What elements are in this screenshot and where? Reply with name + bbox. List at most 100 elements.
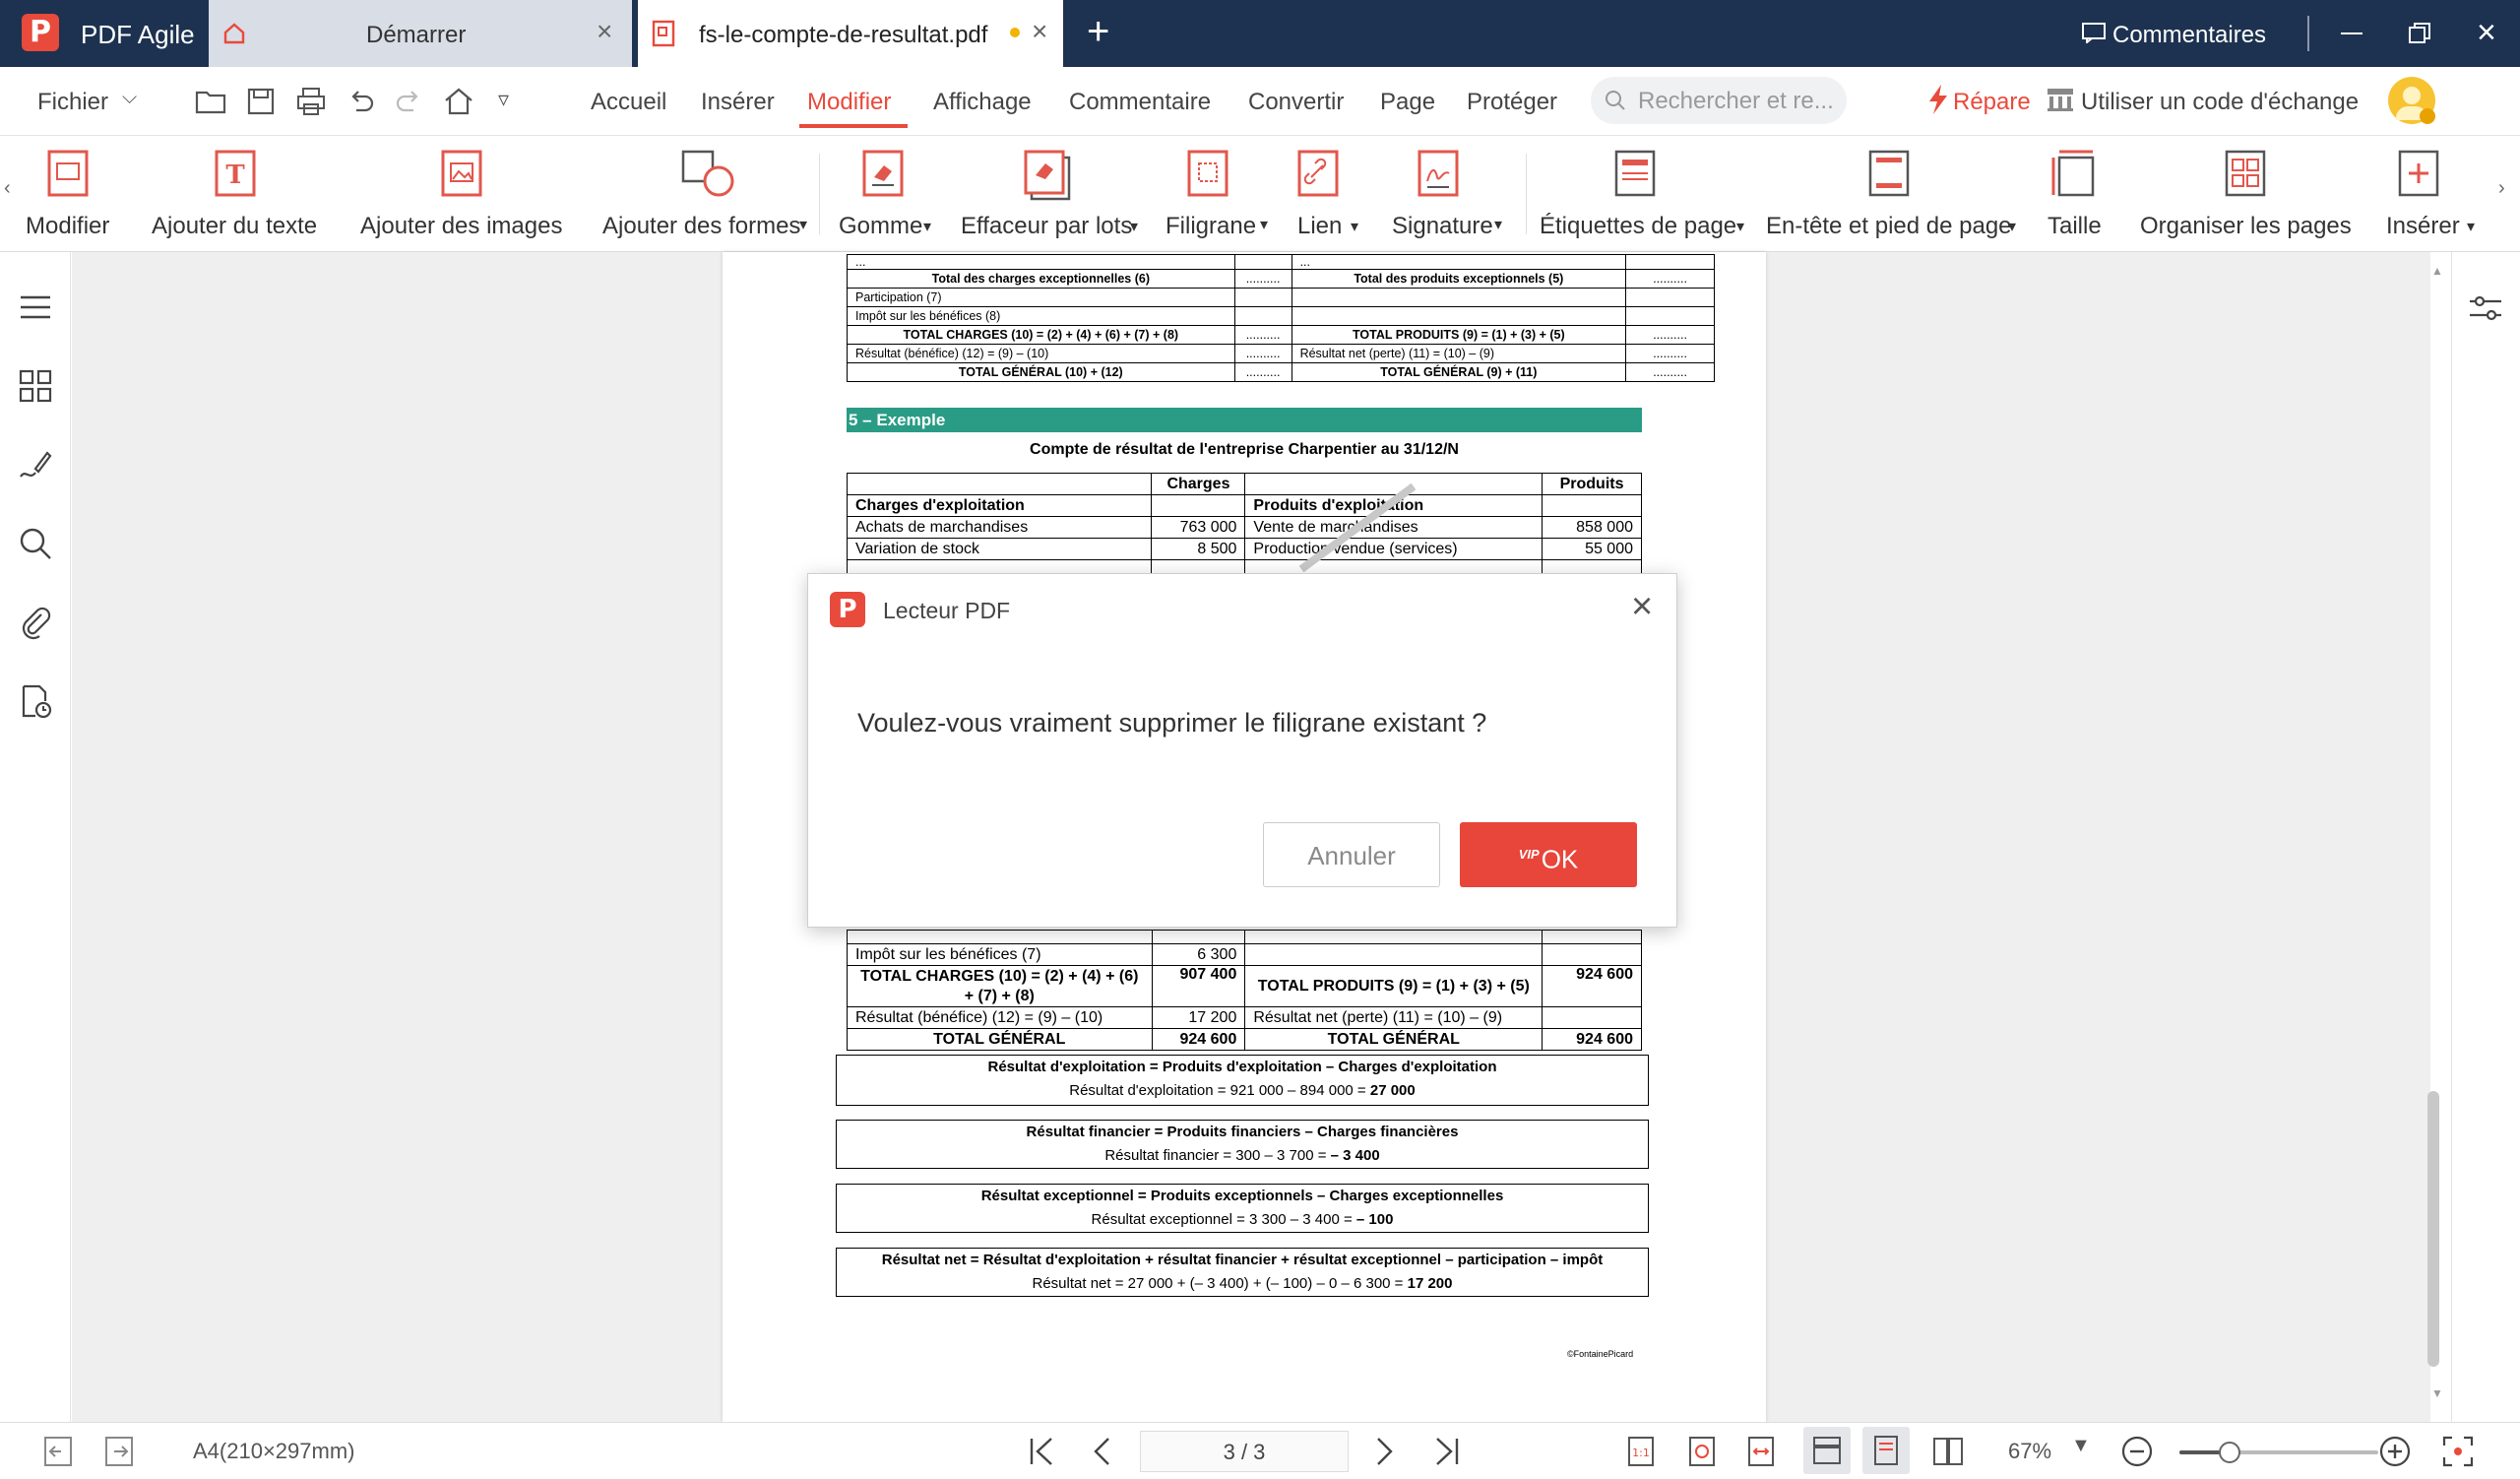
- undo-icon[interactable]: [346, 87, 376, 116]
- zoom-out-icon[interactable]: [2120, 1435, 2154, 1468]
- minimize-icon[interactable]: [2341, 32, 2362, 34]
- zoom-in-icon[interactable]: [2378, 1435, 2412, 1468]
- tool-organize-pages[interactable]: Organiser les pages: [2134, 136, 2361, 252]
- tool-label: Taille: [2048, 213, 2102, 239]
- tool-insert[interactable]: Insérer ▾: [2376, 136, 2485, 252]
- menu-accueil[interactable]: Accueil: [591, 89, 666, 116]
- avatar[interactable]: [2388, 77, 2435, 124]
- tool-label: Gomme: [839, 213, 923, 239]
- dropdown-arrow-icon: ▾: [1351, 219, 1359, 235]
- table-cell: ..........: [1233, 362, 1292, 382]
- tool-page-labels[interactable]: Étiquettes de page ▾: [1538, 136, 1752, 252]
- tool-add-images[interactable]: Ajouter des images: [356, 136, 573, 252]
- next-view-icon[interactable]: [102, 1435, 136, 1468]
- tool-add-text[interactable]: T Ajouter du texte: [148, 136, 325, 252]
- window-close-icon[interactable]: ×: [2477, 14, 2496, 52]
- tool-batch-eraser[interactable]: Effaceur par lots ▾: [957, 136, 1154, 252]
- vip-badge: VIP: [1518, 847, 1540, 862]
- fullscreen-icon[interactable]: [2441, 1435, 2475, 1468]
- add-image-icon: [441, 150, 482, 197]
- close-icon[interactable]: ×: [1032, 16, 1047, 47]
- restore-icon[interactable]: [2408, 22, 2431, 45]
- menu-proteger[interactable]: Protéger: [1467, 89, 1557, 116]
- scroll-left-icon[interactable]: ‹: [4, 177, 11, 200]
- ok-button[interactable]: VIPOK: [1460, 822, 1637, 887]
- table-row: Variation de stock 8 500 Production vendue…: [846, 538, 1642, 560]
- menu-inserer[interactable]: Insérer: [701, 89, 775, 116]
- first-page-icon[interactable]: [1026, 1435, 1059, 1468]
- menu-convertir[interactable]: Convertir: [1248, 89, 1344, 116]
- file-menu[interactable]: Fichier: [37, 89, 108, 116]
- table-cell: Résultat net (perte) (11) = (10) – (9): [1291, 344, 1627, 363]
- menu-modifier[interactable]: Modifier: [807, 89, 891, 116]
- zoom-slider-track[interactable]: [2179, 1442, 2378, 1463]
- open-folder-icon[interactable]: [195, 87, 228, 116]
- comments-button[interactable]: Commentaires: [2112, 22, 2266, 49]
- exchange-code-button[interactable]: Utiliser un code d'échange: [2081, 89, 2359, 116]
- two-page-view-icon[interactable]: [1931, 1435, 1965, 1468]
- zoom-dropdown-icon[interactable]: ▼: [2071, 1435, 2091, 1457]
- chevron-down-icon[interactable]: ⌵: [122, 87, 137, 109]
- menu-page[interactable]: Page: [1380, 89, 1435, 116]
- tool-watermark[interactable]: Filigrane ▾: [1162, 136, 1280, 252]
- print-icon[interactable]: [295, 87, 327, 116]
- repair-lightning-icon: [1929, 85, 1947, 114]
- previous-page-icon[interactable]: [1087, 1435, 1120, 1468]
- table-cell: Résultat net (perte) (11) = (10) – (9): [1244, 1006, 1544, 1029]
- annotation-pen-icon[interactable]: [18, 447, 53, 482]
- search-input[interactable]: Rechercher et re...: [1638, 88, 1834, 115]
- table-cell: Achats de marchandises: [846, 516, 1153, 539]
- attachment-icon[interactable]: [18, 605, 53, 640]
- page-number-input[interactable]: 3 / 3: [1140, 1431, 1349, 1472]
- single-page-view-button[interactable]: [1803, 1427, 1851, 1474]
- scroll-down-icon[interactable]: ▼: [2429, 1386, 2445, 1400]
- properties-sliders-icon[interactable]: [2468, 293, 2503, 323]
- scroll-up-icon[interactable]: ▲: [2429, 264, 2445, 278]
- fit-page-icon[interactable]: [1685, 1435, 1719, 1468]
- tool-link[interactable]: Lien ▾: [1292, 136, 1370, 252]
- last-page-icon[interactable]: [1429, 1435, 1463, 1468]
- watermark-stroke: [1298, 482, 1417, 573]
- zoom-level[interactable]: 67%: [2008, 1439, 2051, 1464]
- vertical-scrollbar-thumb[interactable]: [2427, 1091, 2439, 1367]
- actual-size-icon[interactable]: 1:1: [1624, 1435, 1658, 1468]
- tool-size[interactable]: Taille: [2038, 136, 2116, 252]
- redo-icon[interactable]: [394, 87, 423, 116]
- table-cell: Total des charges exceptionnelles (6): [847, 269, 1235, 289]
- tool-add-shapes[interactable]: Ajouter des formes ▾: [598, 136, 821, 252]
- continuous-view-button[interactable]: [1862, 1427, 1910, 1474]
- menu-affichage[interactable]: Affichage: [933, 89, 1032, 116]
- zoom-slider-thumb[interactable]: [2219, 1442, 2240, 1463]
- tab-start[interactable]: Démarrer ×: [209, 0, 632, 67]
- tool-label: Insérer: [2386, 213, 2460, 239]
- tool-header-footer[interactable]: En-tête et pied de page ▾: [1764, 136, 2024, 252]
- menu-icon[interactable]: [18, 289, 53, 325]
- formula-box: Résultat exceptionnel = Produits excepti…: [836, 1184, 1649, 1233]
- divider: [1526, 154, 1527, 234]
- close-icon[interactable]: ×: [597, 16, 612, 47]
- search-icon[interactable]: [18, 526, 53, 561]
- search-box[interactable]: Rechercher et re...: [1591, 77, 1847, 124]
- menu-commentaire[interactable]: Commentaire: [1069, 89, 1211, 116]
- tab-document[interactable]: fs-le-compte-de-resultat.pdf ×: [638, 0, 1063, 67]
- cancel-button[interactable]: Annuler: [1263, 822, 1440, 887]
- table-cell: ..........: [1233, 344, 1292, 363]
- tool-modifier[interactable]: Modifier: [22, 136, 130, 252]
- home-icon[interactable]: [443, 87, 474, 116]
- scroll-right-icon[interactable]: ›: [2498, 177, 2505, 200]
- dialog-close-icon[interactable]: ×: [1631, 586, 1653, 628]
- document-history-icon[interactable]: [18, 683, 53, 719]
- previous-view-icon[interactable]: [41, 1435, 75, 1468]
- fit-width-icon[interactable]: [1744, 1435, 1778, 1468]
- confirm-dialog: P Lecteur PDF × Voulez-vous vraiment sup…: [807, 573, 1677, 928]
- more-chevron-icon[interactable]: ▿: [498, 87, 509, 112]
- table-cell: TOTAL GÉNÉRAL: [847, 1028, 1153, 1051]
- tool-eraser[interactable]: Gomme ▾: [835, 136, 943, 252]
- signature-icon: [1418, 150, 1459, 197]
- tool-signature[interactable]: Signature ▾: [1388, 136, 1522, 252]
- next-page-icon[interactable]: [1366, 1435, 1400, 1468]
- thumbnails-icon[interactable]: [18, 368, 53, 404]
- repair-button[interactable]: Répare: [1953, 89, 2031, 116]
- new-tab-plus-icon[interactable]: +: [1087, 10, 1109, 54]
- save-icon[interactable]: [246, 87, 276, 116]
